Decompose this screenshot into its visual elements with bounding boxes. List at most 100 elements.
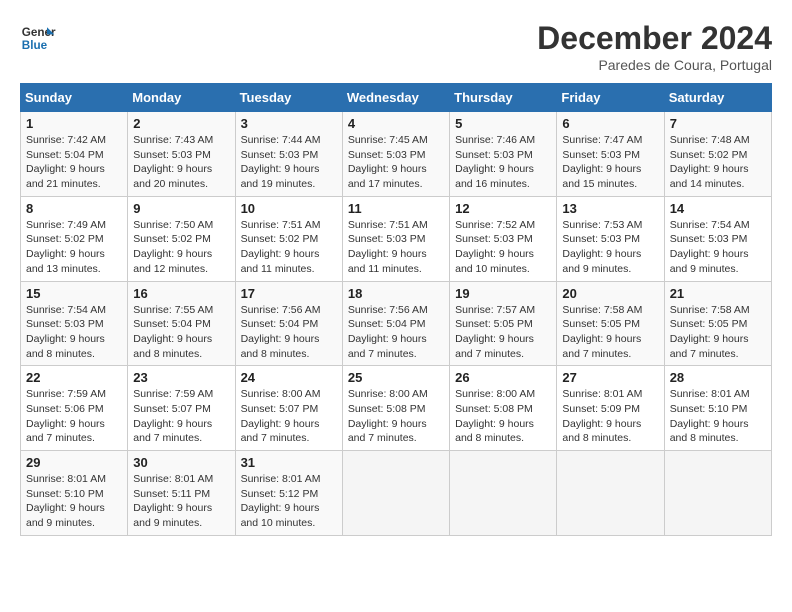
day-number: 3 [241, 116, 337, 131]
day-number: 2 [133, 116, 229, 131]
header-thursday: Thursday [450, 84, 557, 112]
day-info: Sunrise: 7:51 AMSunset: 5:03 PMDaylight:… [348, 218, 444, 277]
day-info: Sunrise: 7:51 AMSunset: 5:02 PMDaylight:… [241, 218, 337, 277]
day-info: Sunrise: 7:56 AMSunset: 5:04 PMDaylight:… [241, 303, 337, 362]
header-sunday: Sunday [21, 84, 128, 112]
day-info: Sunrise: 7:46 AMSunset: 5:03 PMDaylight:… [455, 133, 551, 192]
day-number: 30 [133, 455, 229, 470]
day-info: Sunrise: 8:00 AMSunset: 5:08 PMDaylight:… [348, 387, 444, 446]
day-number: 7 [670, 116, 766, 131]
day-info: Sunrise: 7:43 AMSunset: 5:03 PMDaylight:… [133, 133, 229, 192]
calendar-cell: 20 Sunrise: 7:58 AMSunset: 5:05 PMDayligh… [557, 281, 664, 366]
day-info: Sunrise: 7:59 AMSunset: 5:06 PMDaylight:… [26, 387, 122, 446]
calendar-cell [342, 451, 449, 536]
day-number: 4 [348, 116, 444, 131]
logo: General Blue [20, 20, 56, 56]
day-info: Sunrise: 7:57 AMSunset: 5:05 PMDaylight:… [455, 303, 551, 362]
day-number: 15 [26, 286, 122, 301]
title-block: December 2024 Paredes de Coura, Portugal [537, 20, 772, 73]
calendar-week-row: 15 Sunrise: 7:54 AMSunset: 5:03 PMDayligh… [21, 281, 772, 366]
day-info: Sunrise: 8:00 AMSunset: 5:07 PMDaylight:… [241, 387, 337, 446]
calendar-cell: 8 Sunrise: 7:49 AMSunset: 5:02 PMDaylight… [21, 196, 128, 281]
calendar-cell: 17 Sunrise: 7:56 AMSunset: 5:04 PMDayligh… [235, 281, 342, 366]
calendar-cell: 7Sunrise: 7:48 AMSunset: 5:02 PMDaylight… [664, 112, 771, 197]
calendar-cell: 28 Sunrise: 8:01 AMSunset: 5:10 PMDayligh… [664, 366, 771, 451]
day-number: 13 [562, 201, 658, 216]
day-info: Sunrise: 7:54 AMSunset: 5:03 PMDaylight:… [670, 218, 766, 277]
day-info: Sunrise: 7:56 AMSunset: 5:04 PMDaylight:… [348, 303, 444, 362]
calendar-cell: 6 Sunrise: 7:47 AMSunset: 5:03 PMDaylight… [557, 112, 664, 197]
calendar-cell: 9 Sunrise: 7:50 AMSunset: 5:02 PMDaylight… [128, 196, 235, 281]
calendar-cell: 21Sunrise: 7:58 AMSunset: 5:05 PMDayligh… [664, 281, 771, 366]
day-number: 1 [26, 116, 122, 131]
day-number: 31 [241, 455, 337, 470]
day-number: 18 [348, 286, 444, 301]
calendar-cell: 19 Sunrise: 7:57 AMSunset: 5:05 PMDayligh… [450, 281, 557, 366]
calendar-week-row: 1 Sunrise: 7:42 AMSunset: 5:04 PMDaylight… [21, 112, 772, 197]
day-info: Sunrise: 7:55 AMSunset: 5:04 PMDaylight:… [133, 303, 229, 362]
day-number: 20 [562, 286, 658, 301]
calendar-cell: 10 Sunrise: 7:51 AMSunset: 5:02 PMDayligh… [235, 196, 342, 281]
day-number: 8 [26, 201, 122, 216]
calendar-week-row: 29 Sunrise: 8:01 AMSunset: 5:10 PMDayligh… [21, 451, 772, 536]
day-number: 17 [241, 286, 337, 301]
calendar-cell: 11 Sunrise: 7:51 AMSunset: 5:03 PMDayligh… [342, 196, 449, 281]
day-info: Sunrise: 8:01 AMSunset: 5:10 PMDaylight:… [26, 472, 122, 531]
day-info: Sunrise: 7:58 AMSunset: 5:05 PMDaylight:… [562, 303, 658, 362]
day-number: 10 [241, 201, 337, 216]
calendar-cell: 3 Sunrise: 7:44 AMSunset: 5:03 PMDaylight… [235, 112, 342, 197]
day-number: 5 [455, 116, 551, 131]
day-number: 23 [133, 370, 229, 385]
day-number: 6 [562, 116, 658, 131]
calendar-cell: 1 Sunrise: 7:42 AMSunset: 5:04 PMDaylight… [21, 112, 128, 197]
calendar-cell [450, 451, 557, 536]
day-info: Sunrise: 7:58 AMSunset: 5:05 PMDaylight:… [670, 303, 766, 362]
month-title: December 2024 [537, 20, 772, 57]
location-subtitle: Paredes de Coura, Portugal [537, 57, 772, 73]
day-number: 11 [348, 201, 444, 216]
calendar-week-row: 8 Sunrise: 7:49 AMSunset: 5:02 PMDaylight… [21, 196, 772, 281]
day-info: Sunrise: 7:44 AMSunset: 5:03 PMDaylight:… [241, 133, 337, 192]
header-friday: Friday [557, 84, 664, 112]
day-info: Sunrise: 8:00 AMSunset: 5:08 PMDaylight:… [455, 387, 551, 446]
day-number: 22 [26, 370, 122, 385]
day-info: Sunrise: 8:01 AMSunset: 5:09 PMDaylight:… [562, 387, 658, 446]
day-number: 28 [670, 370, 766, 385]
calendar-cell: 25Sunrise: 8:00 AMSunset: 5:08 PMDayligh… [342, 366, 449, 451]
calendar-week-row: 22 Sunrise: 7:59 AMSunset: 5:06 PMDayligh… [21, 366, 772, 451]
day-info: Sunrise: 7:59 AMSunset: 5:07 PMDaylight:… [133, 387, 229, 446]
day-info: Sunrise: 7:52 AMSunset: 5:03 PMDaylight:… [455, 218, 551, 277]
header-monday: Monday [128, 84, 235, 112]
calendar-cell: 31 Sunrise: 8:01 AMSunset: 5:12 PMDayligh… [235, 451, 342, 536]
calendar-cell: 23 Sunrise: 7:59 AMSunset: 5:07 PMDayligh… [128, 366, 235, 451]
calendar-cell: 16 Sunrise: 7:55 AMSunset: 5:04 PMDayligh… [128, 281, 235, 366]
calendar-cell: 14 Sunrise: 7:54 AMSunset: 5:03 PMDayligh… [664, 196, 771, 281]
header-saturday: Saturday [664, 84, 771, 112]
calendar-cell: 15 Sunrise: 7:54 AMSunset: 5:03 PMDayligh… [21, 281, 128, 366]
day-number: 29 [26, 455, 122, 470]
day-info: Sunrise: 8:01 AMSunset: 5:12 PMDaylight:… [241, 472, 337, 531]
day-info: Sunrise: 7:49 AMSunset: 5:02 PMDaylight:… [26, 218, 122, 277]
calendar-cell: 4 Sunrise: 7:45 AMSunset: 5:03 PMDaylight… [342, 112, 449, 197]
page-header: General Blue December 2024 Paredes de Co… [20, 20, 772, 73]
day-number: 12 [455, 201, 551, 216]
day-info: Sunrise: 8:01 AMSunset: 5:10 PMDaylight:… [670, 387, 766, 446]
day-number: 16 [133, 286, 229, 301]
day-info: Sunrise: 7:42 AMSunset: 5:04 PMDaylight:… [26, 133, 122, 192]
day-number: 14 [670, 201, 766, 216]
day-info: Sunrise: 7:47 AMSunset: 5:03 PMDaylight:… [562, 133, 658, 192]
calendar-cell: 24 Sunrise: 8:00 AMSunset: 5:07 PMDayligh… [235, 366, 342, 451]
day-number: 19 [455, 286, 551, 301]
day-info: Sunrise: 7:54 AMSunset: 5:03 PMDaylight:… [26, 303, 122, 362]
header-wednesday: Wednesday [342, 84, 449, 112]
day-info: Sunrise: 7:45 AMSunset: 5:03 PMDaylight:… [348, 133, 444, 192]
calendar-cell [557, 451, 664, 536]
day-number: 27 [562, 370, 658, 385]
day-info: Sunrise: 7:50 AMSunset: 5:02 PMDaylight:… [133, 218, 229, 277]
day-number: 9 [133, 201, 229, 216]
calendar-cell: 22 Sunrise: 7:59 AMSunset: 5:06 PMDayligh… [21, 366, 128, 451]
calendar-cell: 30Sunrise: 8:01 AMSunset: 5:11 PMDayligh… [128, 451, 235, 536]
logo-icon: General Blue [20, 20, 56, 56]
day-info: Sunrise: 7:53 AMSunset: 5:03 PMDaylight:… [562, 218, 658, 277]
day-number: 24 [241, 370, 337, 385]
